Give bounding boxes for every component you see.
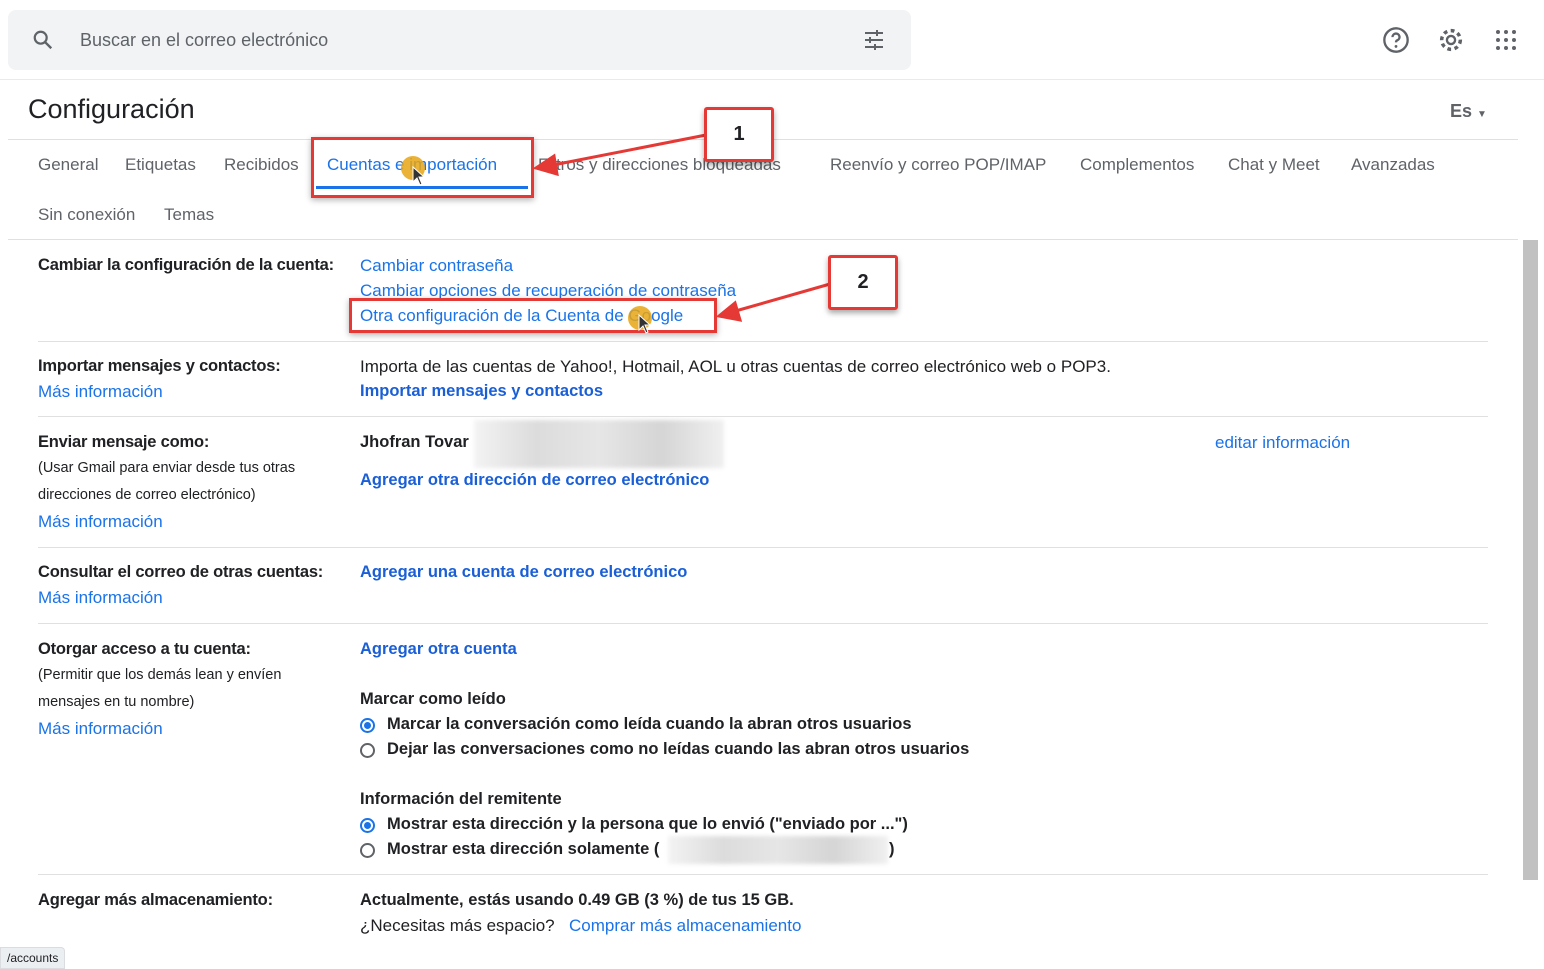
mouse-cursor-icon	[412, 166, 426, 186]
mouse-cursor-icon	[638, 314, 652, 334]
annotation-callout-1: 1	[704, 107, 774, 162]
arrow-1-head	[532, 153, 559, 177]
annotation-callout-2: 2	[828, 255, 898, 310]
arrow-2-head	[715, 300, 743, 322]
arrow-1	[547, 133, 707, 168]
arrow-2	[731, 282, 831, 314]
